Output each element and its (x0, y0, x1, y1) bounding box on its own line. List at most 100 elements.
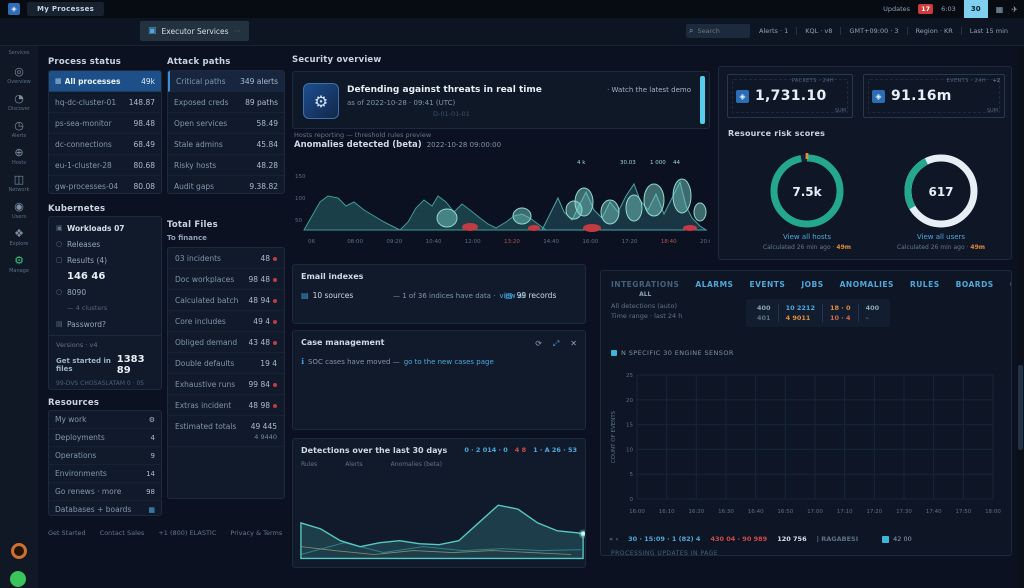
active-workspace-tab[interactable]: ▣ Executor Services ⋯ (140, 21, 249, 41)
metric-bottom-label: SUM (835, 108, 846, 114)
analytics-tab[interactable]: GLOBAL (1010, 280, 1012, 298)
watch-demo-link[interactable]: · Watch the latest demo (607, 86, 691, 94)
process-row[interactable]: eu-1-cluster-28 80.68 (49, 155, 161, 176)
legend-item: Alerts (345, 461, 362, 468)
resource-row[interactable]: Go renews · more 98 (49, 483, 161, 501)
resource-row[interactable]: Operations 9 (49, 447, 161, 465)
svg-text:18:00: 18:00 (985, 509, 1001, 515)
attack-path-row[interactable]: Audit gaps 9.38.82 (168, 176, 284, 194)
analytics-tab[interactable]: INTEGRATIONS ALL (611, 280, 679, 298)
tab-overflow-icon[interactable]: ⋯ (234, 27, 241, 35)
analytics-tab[interactable]: ALARMS (695, 280, 733, 298)
chat-button[interactable] (10, 571, 26, 587)
file-stat-row[interactable]: Estimated totals 49 445 4 9440 (168, 416, 284, 447)
cluster-item[interactable]: ▢ Results (4) (49, 252, 161, 268)
navbar-menu-item[interactable]: KQL · v8 (796, 27, 840, 35)
app-title-chip[interactable]: My Processes (27, 2, 104, 16)
footer-link[interactable]: Privacy & Terms (230, 529, 282, 537)
rail-item[interactable]: ⚙ Manage (0, 255, 38, 274)
analytics-tab[interactable]: JOBS (801, 280, 823, 298)
process-row[interactable]: ps-sea-monitor 98.48 (49, 113, 161, 134)
process-row[interactable]: hq-dc-cluster-01 148.87 (49, 92, 161, 113)
attack-path-row[interactable]: Risky hosts 48.28 (168, 155, 284, 176)
search-box[interactable]: ⌕ (686, 24, 750, 38)
panel-action-icon[interactable]: ✕ (570, 339, 577, 349)
footer-link[interactable]: +1 (800) ELASTIC (158, 529, 216, 537)
rail-item[interactable]: ◎ Overview (0, 66, 38, 85)
rail-item[interactable]: ◔ Discover (0, 93, 38, 112)
cases-link[interactable]: go to the new cases page (404, 358, 494, 366)
attack-path-row[interactable]: Exposed creds 89 paths (168, 92, 284, 113)
cluster-item[interactable]: — 4 clusters (49, 300, 161, 316)
navbar-menu-item[interactable]: Alerts · 1 (751, 27, 796, 35)
analytics-tab[interactable]: RULES (910, 280, 940, 298)
timer-button[interactable]: 30 (964, 0, 988, 18)
metric-card-packets[interactable]: ◈ 1,731.10 PACKETS · 24H SUM (727, 74, 853, 118)
rail-item[interactable]: ◫ Network (0, 174, 38, 193)
file-stat-row[interactable]: Exhaustive runs 99 84 (168, 374, 284, 395)
footer-link[interactable]: Get Started (48, 529, 86, 537)
app-logo-icon[interactable]: ◈ (8, 3, 20, 15)
svg-text:50: 50 (295, 218, 302, 224)
row-label: dc-connections (55, 140, 134, 149)
stat-group[interactable]: 10 2212 4 9011 (778, 304, 822, 322)
attack-path-row[interactable]: Open services 58.49 (168, 113, 284, 134)
hero-scrollbar[interactable] (700, 76, 705, 124)
rail-item[interactable]: ❖ Explore (0, 228, 38, 247)
stat-group[interactable]: 400 – (858, 304, 887, 322)
file-stat-row[interactable]: Core includes 49 4 (168, 311, 284, 332)
resource-row[interactable]: Deployments 4 (49, 429, 161, 447)
resource-row[interactable]: My work ⚙ (49, 411, 161, 429)
rail-item[interactable]: ◉ Users (0, 201, 38, 220)
status-dot (273, 257, 277, 261)
analytics-tab[interactable]: EVENTS (749, 280, 785, 298)
rail-item[interactable]: ⊕ Hosts (0, 147, 38, 166)
footer-link[interactable]: Contact Sales (100, 529, 145, 537)
cluster-item[interactable]: ▣ Workloads 07 (49, 220, 161, 236)
resource-row[interactable]: Databases + boards ▦ (49, 501, 161, 516)
share-icon[interactable]: ✈ (1011, 5, 1018, 14)
scrollbar-thumb[interactable] (1018, 365, 1023, 450)
navbar-menu-item[interactable]: GMT+09:00 · 3 (840, 27, 906, 35)
stat-group[interactable]: 400 401 (750, 304, 778, 322)
cluster-item[interactable]: 146 46 (49, 268, 161, 284)
apps-grid-icon[interactable]: ▦ (996, 5, 1004, 14)
process-row[interactable]: dc-connections 68.49 (49, 134, 161, 155)
file-stat-row[interactable]: 03 incidents 48 (168, 248, 284, 269)
stat-group[interactable]: 18 · 0 10 · 4 (822, 304, 858, 322)
metric-card-events[interactable]: ◈ 91.16m EVENTS · 24H SUM +2 (863, 74, 1005, 118)
file-stat-row[interactable]: Doc workplaces 98 48 (168, 269, 284, 290)
page-scrollbar[interactable] (1017, 45, 1024, 588)
legend-item: Anomalies (beta) (391, 461, 442, 468)
analytics-tab[interactable]: BOARDS (956, 280, 994, 298)
help-button[interactable] (11, 543, 27, 559)
navbar-menu-item[interactable]: Last 15 min (961, 27, 1016, 35)
footer-chip[interactable]: 42 00 (882, 535, 912, 543)
navbar-menu-item[interactable]: Region · KR (907, 27, 961, 35)
cluster-item[interactable]: ○ 8090 (49, 284, 161, 300)
cluster-item[interactable]: ○ Releases (49, 236, 161, 252)
panel-action-icon[interactable]: ⤢ (553, 339, 559, 349)
view-hosts-link[interactable]: View all hosts (747, 233, 867, 241)
attack-path-row[interactable]: Stale admins 45.84 (168, 134, 284, 155)
metric-top-label: EVENTS · 24H (947, 78, 986, 84)
process-row[interactable]: gw-processes-04 80.08 (49, 176, 161, 194)
analytics-tab[interactable]: ANOMALIES (840, 280, 894, 298)
file-stat-row[interactable]: Calculated batch 48 94 (168, 290, 284, 311)
file-stat-row[interactable]: Double defaults 19 4 (168, 353, 284, 374)
rail-item[interactable]: ◷ Alerts (0, 120, 38, 139)
file-stat-row[interactable]: Extras incident 48 98 (168, 395, 284, 416)
panel-action-icon[interactable]: ⟳ (535, 339, 542, 349)
cluster-item[interactable]: ▤ Password? (49, 316, 161, 332)
search-input[interactable] (695, 26, 747, 36)
tab-label: INTEGRATIONS (611, 280, 679, 289)
alert-count-badge[interactable]: 17 (918, 4, 933, 14)
file-stat-row[interactable]: Obliged demand 43 48 (168, 332, 284, 353)
cluster-item-label: Results (4) (67, 256, 107, 265)
resource-row[interactable]: Environments 14 (49, 465, 161, 483)
cluster-item-icon: ○ (56, 240, 67, 248)
process-row[interactable]: ▦ All processes 49k (49, 71, 161, 92)
attack-path-row[interactable]: Critical paths 349 alerts (168, 71, 284, 92)
row-value: 99 84 (249, 380, 270, 389)
view-users-link[interactable]: View all users (881, 233, 1001, 241)
